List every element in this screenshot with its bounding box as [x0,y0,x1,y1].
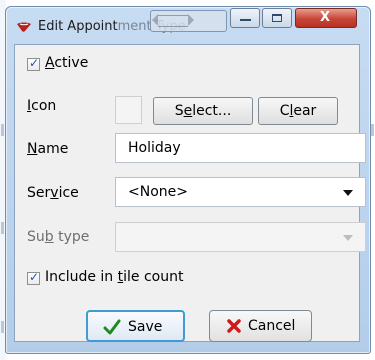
left-edge-tick [1,222,4,234]
minimize-icon [240,19,251,21]
name-field[interactable]: Holiday [115,133,366,163]
name-label: Name [27,141,69,157]
active-label[interactable]: Active [45,55,88,71]
close-button[interactable]: X [295,8,357,28]
chevron-down-icon [343,235,353,241]
minimize-button[interactable] [230,8,260,28]
active-checkbox[interactable]: ✓ [27,56,40,71]
subtype-select [115,222,366,252]
drag-arrows-icon [152,14,194,27]
select-icon-button[interactable]: Select... [153,97,253,125]
checkmark-icon: ✓ [29,270,40,284]
subtype-label: Sub type [27,229,90,245]
service-select[interactable]: <None> [115,177,366,207]
icon-label: Icon [27,98,57,114]
icon-preview [115,96,142,124]
left-edge-tick [1,124,4,136]
maximize-button[interactable] [262,8,292,28]
include-in-tile-count-checkbox[interactable]: ✓ [27,270,40,285]
maximize-icon [272,14,282,22]
cancel-label: Cancel [248,318,296,334]
service-label: Service [27,185,79,201]
chevron-down-icon [343,190,353,196]
close-icon: X [320,10,331,25]
include-in-tile-count-label[interactable]: Include in tile count [45,269,183,285]
name-value: Holiday [128,140,181,156]
clear-icon-button[interactable]: Clear [258,97,338,125]
title-bar[interactable]: Edit Appointment Type X [6,7,370,42]
checkmark-icon [103,319,121,335]
cancel-button[interactable]: Cancel [209,310,312,342]
app-logo-icon [17,22,31,32]
right-edge-tick [371,124,374,136]
left-edge-tick [1,321,4,333]
checkmark-icon: ✓ [29,56,40,70]
save-button[interactable]: Save [86,310,185,342]
dialog-client-area: ✓ Active Icon Select... Clear Name Holid… [14,44,366,342]
edit-appointment-type-window: Edit Appointment Type X ✓ Active Icon Se… [5,6,371,354]
cancel-x-icon [227,319,241,333]
service-value: <None> [128,184,188,200]
save-label: Save [128,319,163,335]
